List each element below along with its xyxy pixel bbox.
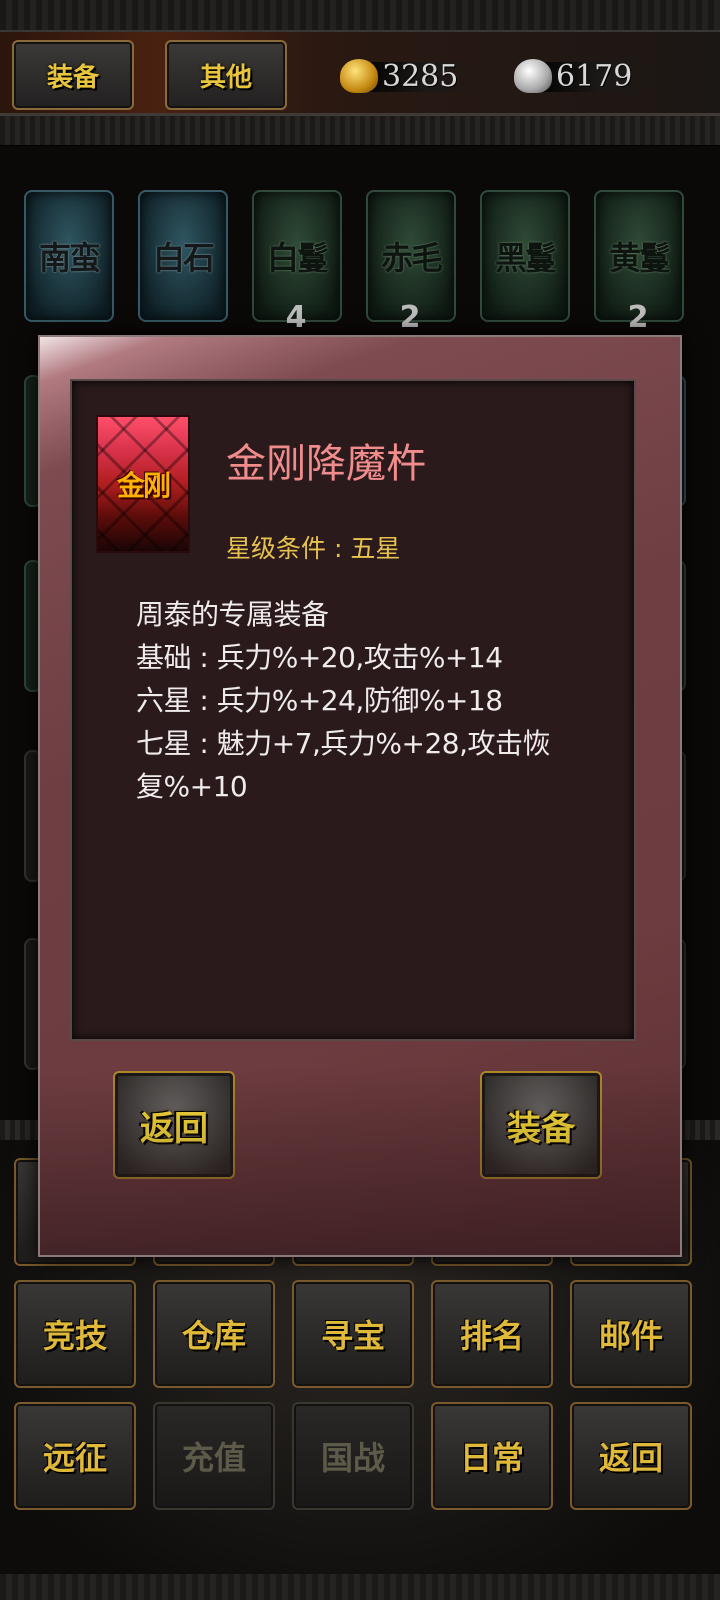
card-label: 黑鬘 bbox=[494, 239, 557, 277]
card-count: 4 bbox=[285, 300, 307, 335]
silver-value: 6179 bbox=[556, 58, 633, 94]
top-strip bbox=[0, 0, 720, 32]
silver-currency: 6179 bbox=[514, 56, 648, 96]
description-line: 七星 : 魅力+7,兵力%+28,攻击恢复%+10 bbox=[136, 727, 551, 803]
item-detail-dialog: 金刚 金刚降魔杵 星级条件 : 五星 周泰的专属装备 基础 : 兵力%+20,攻… bbox=[38, 335, 682, 1257]
daily-button[interactable]: 日常 bbox=[431, 1402, 553, 1510]
card-label: 白鬘 bbox=[266, 239, 329, 277]
card-label: 黄鬘 bbox=[608, 239, 671, 277]
arena-button[interactable]: 竞技 bbox=[14, 1280, 136, 1388]
description-line: 基础 : 兵力%+20,攻击%+14 bbox=[136, 641, 503, 674]
card-count: 2 bbox=[627, 300, 649, 335]
card-nanman[interactable]: 南蛮 bbox=[24, 190, 114, 322]
item-icon-label: 金刚 bbox=[116, 469, 171, 502]
silver-ingot-icon bbox=[514, 59, 552, 93]
star-requirement: 星级条件 : 五星 bbox=[226, 534, 401, 563]
bottom-strip bbox=[0, 1574, 720, 1600]
ranking-button[interactable]: 排名 bbox=[431, 1280, 553, 1388]
header-divider bbox=[0, 116, 720, 146]
description-line: 六星 : 兵力%+24,防御%+18 bbox=[136, 684, 503, 717]
item-detail-panel: 金刚 金刚降魔杵 星级条件 : 五星 周泰的专属装备 基础 : 兵力%+20,攻… bbox=[70, 379, 636, 1041]
recharge-button: 充值 bbox=[153, 1402, 275, 1510]
gold-value: 3285 bbox=[382, 58, 459, 94]
description-line: 周泰的专属装备 bbox=[136, 598, 329, 631]
tab-other[interactable]: 其他 bbox=[165, 40, 287, 110]
warehouse-button[interactable]: 仓库 bbox=[153, 1280, 275, 1388]
mail-button[interactable]: 邮件 bbox=[570, 1280, 692, 1388]
item-icon: 金刚 bbox=[96, 415, 190, 553]
gold-currency: 3285 bbox=[340, 56, 474, 96]
card-heiman[interactable]: 黑鬘 bbox=[480, 190, 570, 322]
card-label: 白石 bbox=[152, 239, 215, 277]
menu-back-button[interactable]: 返回 bbox=[570, 1402, 692, 1510]
item-description: 周泰的专属装备 基础 : 兵力%+20,攻击%+14 六星 : 兵力%+24,防… bbox=[136, 593, 634, 808]
card-label: 南蛮 bbox=[38, 239, 101, 277]
tab-equipment[interactable]: 装备 bbox=[12, 40, 134, 110]
card-baishi[interactable]: 白石 bbox=[138, 190, 228, 322]
card-count: 2 bbox=[399, 300, 421, 335]
expedition-button[interactable]: 远征 bbox=[14, 1402, 136, 1510]
treasure-hunt-button[interactable]: 寻宝 bbox=[292, 1280, 414, 1388]
gold-ingot-icon bbox=[340, 59, 378, 93]
item-name: 金刚降魔杵 bbox=[226, 441, 426, 487]
dialog-back-button[interactable]: 返回 bbox=[113, 1071, 235, 1179]
card-label: 赤毛 bbox=[380, 239, 443, 277]
dialog-equip-button[interactable]: 装备 bbox=[480, 1071, 602, 1179]
national-war-button: 国战 bbox=[292, 1402, 414, 1510]
